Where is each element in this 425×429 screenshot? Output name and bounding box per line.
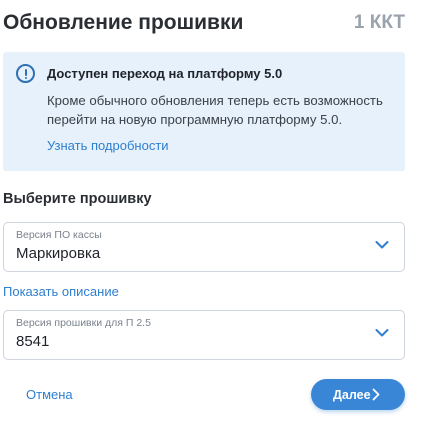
info-banner-text: Кроме обычного обновления теперь есть во… — [47, 93, 383, 127]
firmware-version-value: 8541 — [16, 333, 50, 350]
cash-register-version-label: Версия ПО кассы — [16, 229, 102, 241]
learn-more-link[interactable]: Узнать подробности — [47, 138, 169, 153]
chevron-right-icon — [372, 388, 380, 401]
info-icon — [16, 64, 35, 83]
chevron-down-icon — [375, 241, 389, 249]
info-banner: Доступен переход на платформу 5.0 Кроме … — [3, 52, 405, 171]
next-button-label: Далее — [333, 388, 371, 402]
cash-register-version-select[interactable]: Версия ПО кассы Маркировка — [3, 222, 405, 272]
cancel-button[interactable]: Отмена — [26, 387, 73, 402]
section-title: Выберите прошивку — [3, 191, 152, 207]
device-count: 1 ККТ — [353, 12, 405, 33]
page-title: Обновление прошивки — [3, 11, 244, 34]
firmware-version-select[interactable]: Версия прошивки для П 2.5 8541 — [3, 310, 405, 360]
next-button[interactable]: Далее — [311, 379, 405, 410]
info-banner-title: Доступен переход на платформу 5.0 — [47, 66, 283, 81]
dialog-header: Обновление прошивки 1 ККТ — [3, 11, 405, 41]
firmware-version-label: Версия прошивки для П 2.5 — [16, 317, 151, 329]
chevron-down-icon — [375, 329, 389, 337]
cash-register-version-value: Маркировка — [16, 245, 101, 262]
show-description-link[interactable]: Показать описание — [3, 284, 119, 299]
